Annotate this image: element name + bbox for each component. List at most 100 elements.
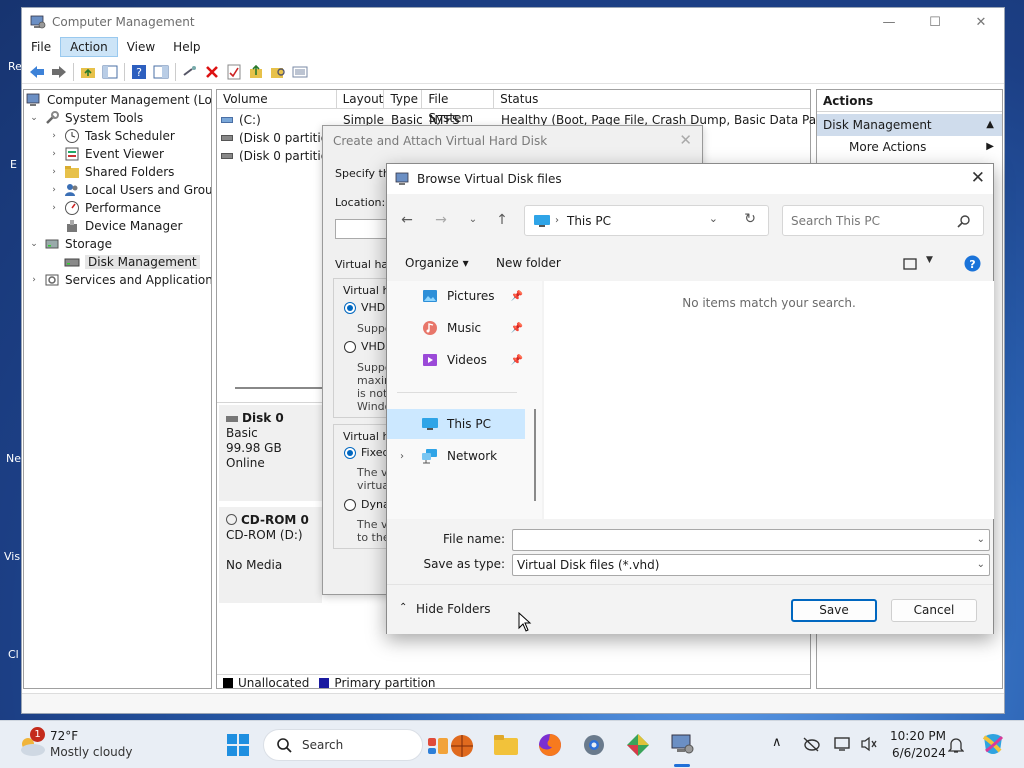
list-view-icon[interactable]: [289, 61, 311, 83]
location-input[interactable]: [335, 219, 390, 239]
chevron-right-icon[interactable]: ›: [48, 203, 60, 213]
show-hide-tree-icon[interactable]: [99, 61, 121, 83]
search-folder-icon[interactable]: [267, 61, 289, 83]
vhdx-radio[interactable]: [344, 341, 356, 353]
cdrom-0-card[interactable]: CD-ROM 0 CD-ROM (D:) No Media: [219, 507, 322, 603]
clock-date[interactable]: 6/6/2024: [892, 746, 946, 760]
bell-icon[interactable]: [948, 736, 964, 754]
chevron-right-icon[interactable]: ›: [48, 131, 60, 141]
chevron-down-icon[interactable]: ⌄: [28, 113, 40, 123]
volume-row[interactable]: (Disk 0 partition: [217, 129, 337, 146]
copilot-icon[interactable]: [980, 731, 1006, 757]
pin-icon[interactable]: 📌: [511, 291, 523, 302]
tree-item-computer-management[interactable]: Computer Management (Local: [26, 91, 211, 109]
nav-item-videos[interactable]: Videos 📌: [387, 345, 525, 375]
onedrive-icon[interactable]: [802, 736, 820, 752]
volume-row[interactable]: (Disk 0 partition: [217, 147, 337, 164]
nav-item-music[interactable]: Music 📌: [387, 313, 525, 343]
chevron-up-icon[interactable]: ∧: [772, 735, 782, 750]
up-arrow-icon[interactable]: ↑: [493, 211, 511, 229]
tree-item-storage[interactable]: ⌄ Storage: [28, 235, 112, 253]
save-type-select[interactable]: Virtual Disk files (*.vhd) ⌄: [512, 554, 990, 576]
actions-section-disk-management[interactable]: Disk Management ▲: [817, 114, 1002, 136]
menu-view[interactable]: View: [118, 37, 164, 57]
volume-muted-icon[interactable]: [860, 736, 878, 752]
properties-pane-icon[interactable]: [150, 61, 172, 83]
nav-item-network[interactable]: › Network: [387, 441, 525, 471]
start-button[interactable]: [222, 729, 254, 761]
organize-button[interactable]: Organize ▾: [405, 256, 469, 270]
dynamic-radio[interactable]: [344, 499, 356, 511]
connect-icon[interactable]: [179, 61, 201, 83]
network-status-icon[interactable]: [834, 736, 850, 752]
taskbar-search[interactable]: Search: [263, 729, 473, 761]
weather-widget[interactable]: 1 72°F Mostly cloudy: [14, 727, 154, 763]
hide-folders-button[interactable]: Hide Folders: [416, 602, 491, 616]
chevron-right-icon[interactable]: ›: [48, 167, 60, 177]
column-volume[interactable]: Volume: [217, 90, 337, 109]
tree-item-task-scheduler[interactable]: › Task Scheduler: [48, 127, 175, 145]
column-type[interactable]: Type: [384, 90, 423, 109]
browse-title-bar[interactable]: Browse Virtual Disk files ✕: [387, 164, 993, 194]
close-button[interactable]: ✕: [958, 8, 1004, 36]
chevron-right-icon[interactable]: ›: [400, 451, 404, 462]
clock-time[interactable]: 10:20 PM: [890, 729, 946, 743]
chevron-right-icon[interactable]: ›: [28, 275, 40, 285]
desktop-icon-label[interactable]: Re: [8, 60, 22, 73]
desktop-icon-label[interactable]: E: [10, 158, 17, 171]
title-bar[interactable]: Computer Management — ☐ ✕: [22, 8, 1004, 36]
search-icon[interactable]: [957, 214, 971, 228]
menu-file[interactable]: File: [22, 37, 60, 57]
tree-item-shared-folders[interactable]: › Shared Folders: [48, 163, 174, 181]
app-icon[interactable]: [622, 729, 654, 761]
chevron-down-icon[interactable]: ⌄: [977, 555, 985, 575]
chevron-right-icon[interactable]: ›: [48, 149, 60, 159]
nav-item-pictures[interactable]: Pictures 📌: [387, 281, 525, 311]
save-button[interactable]: Save: [791, 599, 877, 622]
back-icon[interactable]: [26, 61, 48, 83]
back-arrow-icon[interactable]: ←: [398, 211, 416, 229]
chevron-down-icon[interactable]: ⌄: [977, 530, 985, 550]
vhd-label[interactable]: VHD: [361, 301, 385, 314]
tree-item-performance[interactable]: › Performance: [48, 199, 161, 217]
search-box[interactable]: Search This PC: [782, 205, 984, 236]
tree-item-system-tools[interactable]: ⌄ System Tools: [28, 109, 143, 127]
tree-item-event-viewer[interactable]: › Event Viewer: [48, 145, 164, 163]
view-options-icon[interactable]: ▼: [926, 255, 933, 265]
tree-item-device-manager[interactable]: Device Manager: [64, 217, 182, 235]
disk-0-card[interactable]: Disk 0 Basic 99.98 GB Online: [219, 405, 322, 501]
view-icon[interactable]: [903, 258, 917, 270]
close-button[interactable]: ✕: [971, 168, 985, 188]
tree-item-services[interactable]: › Services and Applications: [28, 271, 211, 289]
close-button[interactable]: ✕: [679, 131, 692, 149]
firefox-icon[interactable]: [534, 729, 566, 761]
chevron-down-icon[interactable]: ⌄: [709, 212, 718, 225]
properties-icon[interactable]: [223, 61, 245, 83]
new-folder-button[interactable]: New folder: [496, 256, 561, 270]
help-icon[interactable]: ?: [964, 255, 981, 272]
widgets-icon[interactable]: [426, 732, 474, 760]
pin-icon[interactable]: 📌: [511, 355, 523, 366]
maximize-button[interactable]: ☐: [912, 8, 958, 36]
settings-icon[interactable]: [578, 729, 610, 761]
horizontal-scrollbar[interactable]: [235, 387, 325, 389]
nav-scrollbar[interactable]: [534, 409, 536, 501]
nav-item-this-pc[interactable]: This PC: [387, 409, 525, 439]
tree-item-local-users[interactable]: › Local Users and Groups: [48, 181, 211, 199]
chevron-up-icon[interactable]: ⌃: [399, 602, 407, 613]
help-icon[interactable]: ?: [128, 61, 150, 83]
tree-item-disk-management[interactable]: Disk Management: [64, 253, 200, 271]
minimize-button[interactable]: —: [866, 8, 912, 36]
collapse-icon[interactable]: ▲: [986, 114, 994, 136]
more-actions-item[interactable]: More Actions ▶: [817, 136, 1002, 158]
chevron-right-icon[interactable]: ›: [48, 185, 60, 195]
file-name-input[interactable]: ⌄: [512, 529, 990, 551]
cancel-button[interactable]: Cancel: [891, 599, 977, 622]
column-status[interactable]: Status: [494, 90, 810, 109]
chevron-down-icon[interactable]: ⌄: [464, 211, 482, 229]
up-folder-icon[interactable]: [77, 61, 99, 83]
refresh-icon[interactable]: ↻: [744, 211, 756, 227]
address-bar[interactable]: › This PC ⌄ ↻: [524, 205, 769, 236]
forward-arrow-icon[interactable]: →: [432, 211, 450, 229]
desktop-icon-label[interactable]: Ne: [6, 452, 21, 465]
